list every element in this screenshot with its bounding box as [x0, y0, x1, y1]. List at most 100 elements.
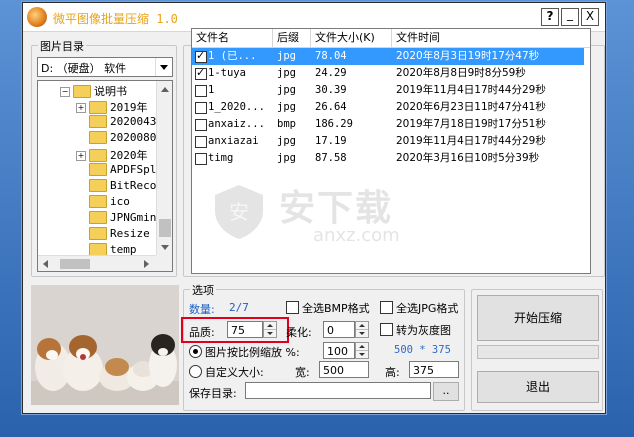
file-row-ext: jpg: [277, 101, 296, 113]
scale-radio[interactable]: [189, 345, 202, 358]
column-header-name[interactable]: 文件名: [192, 29, 273, 48]
file-row-size: 26.64: [315, 101, 347, 113]
tree-node[interactable]: +2020年: [76, 147, 148, 163]
file-row-time: 2020年8月8日9时8分59秒: [396, 67, 526, 79]
file-row-size: 87.58: [315, 152, 347, 164]
app-logo-icon: [27, 7, 47, 27]
progress-bar: [477, 345, 599, 359]
sharpen-input[interactable]: 0: [323, 321, 355, 338]
file-row-name: anxiazai: [208, 135, 259, 147]
file-row-checkbox[interactable]: [195, 119, 207, 131]
tree-node[interactable]: APDFSpl: [76, 162, 156, 179]
all-bmp-label: 全选BMP格式: [302, 302, 370, 315]
stepper-down-icon[interactable]: [356, 351, 368, 358]
scroll-up-icon[interactable]: [157, 81, 172, 97]
file-row[interactable]: anxiazai jpg 17.19 2019年11月4日17时44分29秒: [192, 133, 584, 150]
folder-icon: [89, 226, 107, 240]
exit-button[interactable]: 退出: [477, 371, 599, 403]
file-row-checkbox[interactable]: [195, 66, 207, 80]
file-row-name: timg: [208, 152, 234, 164]
file-row[interactable]: 1 jpg 30.39 2019年11月4日17时44分29秒: [192, 82, 584, 99]
file-row-checkbox[interactable]: [195, 85, 207, 97]
file-row-name: 1_2020...: [208, 101, 265, 113]
save-dir-input[interactable]: [245, 382, 431, 399]
expand-icon[interactable]: +: [76, 103, 86, 113]
file-row[interactable]: anxaiz... bmp 186.29 2019年7月18日19时17分51秒: [192, 116, 584, 133]
app-window: 微平图像批量压缩 1.0 ? _ X 图片目录 D: （硬盘） 软件 − 说明书 +…: [22, 2, 606, 414]
all-jpg-checkbox[interactable]: [380, 301, 393, 314]
collapse-icon[interactable]: −: [60, 87, 70, 97]
file-row-ext: jpg: [277, 152, 296, 164]
tree-node[interactable]: BitReco: [76, 178, 157, 195]
tree-node-label: Resize: [110, 227, 150, 240]
sharpen-stepper[interactable]: [355, 321, 369, 338]
file-row-name: 1-tuya: [208, 67, 246, 79]
scale-input[interactable]: 100: [323, 342, 355, 359]
folder-icon: [89, 148, 107, 162]
column-header-size[interactable]: 文件大小(K): [311, 29, 392, 48]
scroll-down-icon[interactable]: [157, 239, 172, 255]
grayscale-checkbox[interactable]: [380, 323, 393, 336]
file-row[interactable]: 1 (已... jpg 78.04 2020年8月3日19时17分47秒: [192, 48, 584, 65]
tree-node[interactable]: − 说明书: [60, 83, 127, 99]
minimize-button[interactable]: _: [561, 8, 579, 26]
help-button[interactable]: ?: [541, 8, 559, 26]
chevron-down-icon[interactable]: [155, 58, 172, 76]
tree-node-label: BitReco: [110, 179, 157, 192]
tree-node[interactable]: +2019年: [76, 99, 148, 115]
watermark-domain: anxz.com: [313, 225, 400, 246]
watermark-shield-icon: 安: [209, 181, 269, 241]
file-row-checkbox[interactable]: [195, 49, 207, 63]
tree-node[interactable]: Resize: [76, 226, 150, 243]
file-row[interactable]: timg jpg 87.58 2020年3月16日10时5分39秒: [192, 150, 584, 167]
file-row[interactable]: 1_2020... jpg 26.64 2020年6月23日11时47分41秒: [192, 99, 584, 116]
dimensions-text: 500 * 375: [394, 344, 451, 356]
custom-size-radio[interactable]: [189, 365, 202, 378]
scroll-right-icon[interactable]: [138, 256, 154, 271]
file-row-time: 2020年8月3日19时17分47秒: [396, 50, 540, 62]
stepper-down-icon[interactable]: [356, 330, 368, 337]
scale-stepper[interactable]: [355, 342, 369, 359]
file-row-name: anxaiz...: [208, 118, 265, 130]
puppies-photo: [31, 285, 179, 405]
column-header-time[interactable]: 文件时间: [392, 29, 590, 48]
svg-text:安: 安: [229, 200, 249, 224]
tree-node-label: 2020年: [110, 149, 148, 162]
sharpen-label: 柔化:: [286, 326, 312, 339]
file-row-checkbox[interactable]: [195, 153, 207, 165]
file-row-name: 1 (已...: [208, 50, 257, 62]
tree-scroll-thumb[interactable]: [159, 219, 171, 237]
tree-node[interactable]: 2020080: [76, 130, 156, 147]
browse-button[interactable]: ..: [433, 382, 459, 401]
file-row-time: 2020年3月16日10时5分39秒: [396, 152, 540, 164]
width-label: 宽:: [295, 366, 310, 379]
stepper-up-icon[interactable]: [356, 322, 368, 330]
file-row-time: 2019年11月4日17时44分29秒: [396, 84, 546, 96]
tree-hscroll-thumb[interactable]: [60, 259, 90, 269]
width-input[interactable]: 500: [319, 361, 369, 378]
folder-icon: [89, 130, 107, 144]
file-row-ext: jpg: [277, 135, 296, 147]
height-input[interactable]: 375: [409, 361, 459, 378]
stepper-up-icon[interactable]: [356, 343, 368, 351]
expand-icon[interactable]: +: [76, 151, 86, 161]
file-row[interactable]: 1-tuya jpg 24.29 2020年8月8日9时8分59秒: [192, 65, 584, 82]
all-bmp-checkbox[interactable]: [286, 301, 299, 314]
watermark-brand: 安下载: [279, 188, 394, 229]
drive-combo[interactable]: D: （硬盘） 软件: [37, 57, 173, 77]
file-row-checkbox[interactable]: [195, 136, 207, 148]
window-title: 微平图像批量压缩 1.0: [53, 12, 178, 26]
column-header-ext[interactable]: 后缀: [273, 29, 311, 48]
file-row-checkbox[interactable]: [195, 102, 207, 114]
folder-group-label: 图片目录: [38, 38, 86, 54]
tree-horizontal-scrollbar[interactable]: [38, 255, 156, 271]
tree-vertical-scrollbar[interactable]: [156, 81, 172, 255]
tree-node[interactable]: JPNGmin: [76, 210, 156, 227]
scroll-left-icon[interactable]: [38, 256, 54, 271]
folder-tree: − 说明书 +2019年 2020043 2020080 +2020年 APDFSpl Bit…: [37, 80, 173, 272]
start-compress-button[interactable]: 开始压缩: [477, 295, 599, 341]
count-value: 2/7: [229, 301, 249, 314]
close-button[interactable]: X: [581, 8, 599, 26]
tree-node[interactable]: 2020043: [76, 114, 156, 131]
tree-node[interactable]: ico: [76, 194, 130, 211]
